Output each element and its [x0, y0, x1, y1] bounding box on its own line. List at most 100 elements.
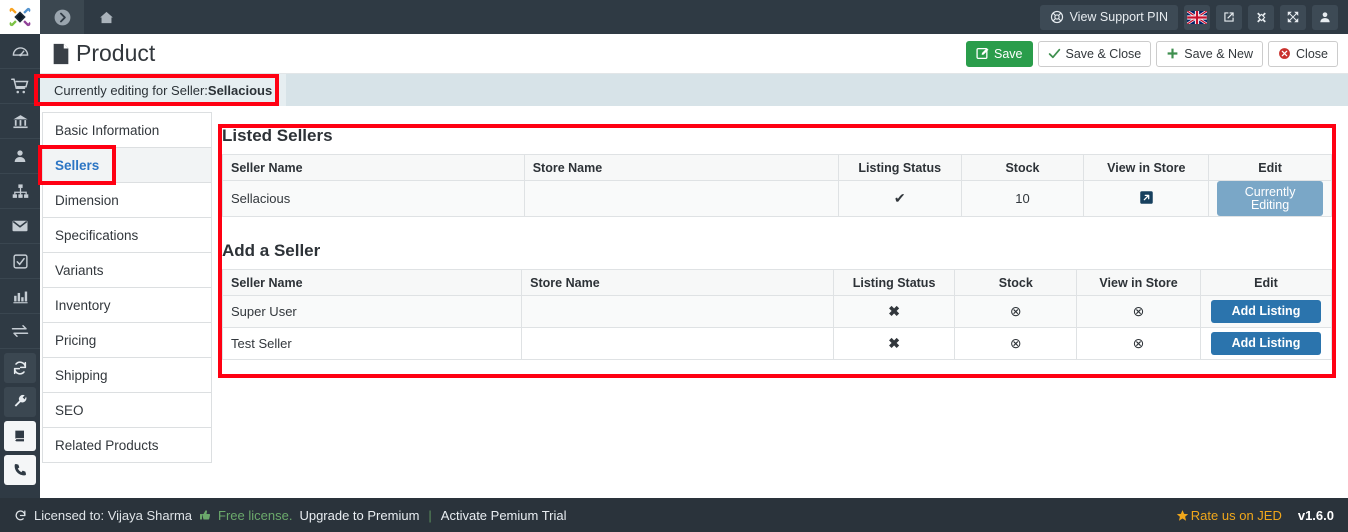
preview-site-button[interactable] [1216, 4, 1242, 30]
dashboard-gauge-icon [12, 46, 28, 56]
column-header-stock: Stock [960, 154, 1085, 181]
sellers-panel: Listed Sellers Seller Name Store Name Li… [221, 126, 1333, 360]
icon-sidebar [0, 34, 40, 498]
sidebar-item-tasks[interactable] [0, 244, 40, 279]
currently-editing-button[interactable]: Currently Editing [1217, 181, 1323, 216]
licensed-to-text: Licensed to: Vijaya Sharma [34, 507, 193, 523]
sidebar-item-support-call[interactable] [4, 455, 36, 485]
listed-sellers-body: Sellacious ✔ 10 Currently Editing [222, 180, 1332, 217]
wrench-icon [14, 394, 27, 407]
cell-listing-status: ✖ [832, 295, 956, 328]
sidebar-item-sync[interactable] [4, 353, 36, 383]
sidebar-item-orders[interactable] [0, 69, 40, 104]
status-bar: Licensed to: Vijaya Sharma Free license.… [0, 498, 1348, 532]
activate-premium-trial-link[interactable]: Activate Pemium Trial [441, 508, 567, 523]
column-header-seller-name: Seller Name [222, 154, 525, 181]
sidebar-item-inventory[interactable]: Inventory [43, 288, 211, 323]
uk-flag-icon [1187, 10, 1207, 24]
add-listing-button[interactable]: Add Listing [1210, 300, 1321, 323]
save-and-close-button[interactable]: Save & Close [1037, 40, 1152, 67]
cell-seller-name: Sellacious [222, 180, 525, 217]
lifebuoy-icon [1050, 10, 1063, 24]
sidebar-item-transfer[interactable] [0, 314, 40, 349]
sidebar-item-basic-information[interactable]: Basic Information [43, 113, 211, 148]
home-icon [99, 11, 113, 23]
tab-label: Dimension [55, 192, 119, 208]
save-and-new-button[interactable]: Save & New [1156, 40, 1264, 67]
joomla-mark-icon [1256, 12, 1266, 22]
circle-cross-icon: ⊗ [1132, 335, 1145, 351]
refresh-icon [15, 509, 26, 520]
close-circle-icon [1279, 48, 1290, 59]
page-title: Product [50, 40, 155, 67]
sidebar-item-pricing[interactable]: Pricing [43, 323, 211, 358]
page-title-text: Product [76, 40, 156, 66]
cell-store-name [523, 180, 839, 217]
rate-us-on-jed-link[interactable]: Rate us on JED [1176, 508, 1282, 523]
listed-sellers-title: Listed Sellers [222, 126, 333, 145]
save-button[interactable]: Save [966, 40, 1033, 67]
joomla-logo-svg [9, 7, 31, 27]
cell-seller-name: Super User [221, 295, 523, 328]
sidebar-item-seo[interactable]: SEO [43, 393, 211, 428]
language-flag-button[interactable] [1184, 4, 1210, 30]
cell-edit: Add Listing [1199, 327, 1333, 360]
tab-label: Shipping [55, 367, 108, 383]
sidebar-item-users[interactable] [0, 139, 40, 174]
sidebar-item-categories[interactable] [0, 174, 40, 209]
star-icon [1176, 509, 1188, 521]
home-button[interactable] [84, 0, 128, 34]
sidebar-item-dashboard[interactable] [0, 34, 40, 69]
view-in-store-icon[interactable] [1139, 190, 1154, 205]
thumbs-up-icon [200, 510, 211, 520]
refresh-icon [13, 361, 27, 375]
sidebar-item-related-products[interactable]: Related Products [43, 428, 211, 463]
sidebar-item-bank[interactable] [0, 104, 40, 139]
view-support-pin-button[interactable]: View Support PIN [1039, 4, 1178, 30]
book-icon [14, 430, 24, 442]
bank-icon [12, 114, 28, 128]
joomla-logo-icon[interactable] [0, 0, 40, 34]
sidebar-item-docs[interactable] [4, 421, 36, 451]
listed-sellers-table: Seller Name Store Name Listing Status St… [222, 154, 1332, 217]
sidebar-item-variants[interactable]: Variants [43, 253, 211, 288]
circle-cross-icon: ⊗ [1009, 303, 1022, 319]
add-listing-button[interactable]: Add Listing [1210, 332, 1321, 355]
add-a-seller-title: Add a Seller [222, 241, 321, 260]
add-a-seller-body: Super User ✖ ⊗ ⊗ Add Listing Test Seller… [221, 295, 1333, 360]
fullscreen-button[interactable] [1280, 4, 1306, 30]
user-menu-button[interactable] [1312, 4, 1338, 30]
footer-right: Rate us on JED v1.6.0 [1176, 508, 1334, 523]
product-tab-list: Basic Information Sellers Dimension Spec… [42, 112, 212, 463]
column-header-listing-status: Listing Status [837, 154, 962, 181]
forward-button[interactable] [40, 0, 84, 34]
tab-label: Basic Information [55, 122, 160, 138]
joomla-mark-button[interactable] [1248, 4, 1274, 30]
sidebar-item-mail[interactable] [0, 209, 40, 244]
sidebar-item-specifications[interactable]: Specifications [43, 218, 211, 253]
phone-icon [14, 464, 26, 476]
tab-label: Specifications [55, 227, 139, 243]
column-header-listing-status: Listing Status [832, 269, 956, 296]
upgrade-to-premium-link[interactable]: Upgrade to Premium [299, 508, 419, 523]
expand-arrows-icon [1287, 11, 1299, 23]
column-header-view-in-store: View in Store [1083, 154, 1210, 181]
sidebar-item-tools[interactable] [4, 387, 36, 417]
currently-editing-message: Currently editing for Seller: Sellacious [40, 74, 287, 106]
sidebar-item-dimension[interactable]: Dimension [43, 183, 211, 218]
tab-label: Inventory [55, 297, 111, 313]
topbar-right-actions: View Support PIN [1039, 4, 1348, 30]
close-button-label: Close [1296, 46, 1328, 61]
cell-view-in-store: ⊗ [1076, 327, 1201, 360]
sidebar-item-reports[interactable] [0, 279, 40, 314]
column-header-seller-name: Seller Name [221, 269, 523, 296]
close-button[interactable]: Close [1268, 40, 1338, 67]
app-window: View Support PIN Product Save Save & Clo… [0, 0, 1348, 532]
listed-sellers-header: Seller Name Store Name Listing Status St… [222, 154, 1332, 181]
cell-view-in-store[interactable] [1083, 180, 1210, 217]
sidebar-item-sellers[interactable]: Sellers [43, 148, 211, 183]
sidebar-item-shipping[interactable]: Shipping [43, 358, 211, 393]
currently-editing-prefix: Currently editing for Seller: [54, 82, 208, 98]
table-row: Test Seller ✖ ⊗ ⊗ Add Listing [221, 327, 1333, 360]
